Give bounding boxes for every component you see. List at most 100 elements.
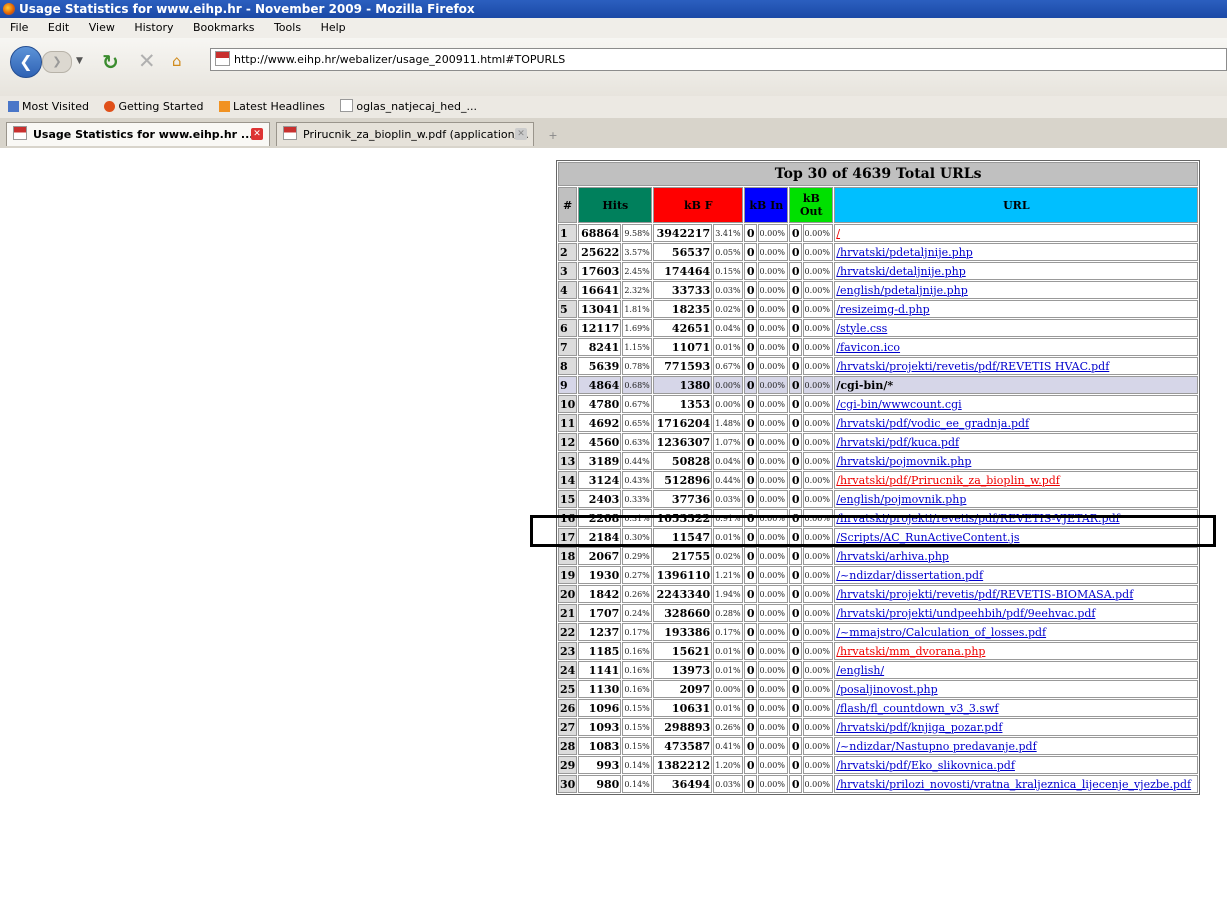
menu-help[interactable]: Help <box>321 21 346 34</box>
url-link[interactable]: /~ndizdar/Nastupno predavanje.pdf <box>836 740 1036 753</box>
menu-bookmarks[interactable]: Bookmarks <box>193 21 254 34</box>
menu-history[interactable]: History <box>134 21 173 34</box>
kbout-value: 0 <box>789 718 802 736</box>
url-link[interactable]: /hrvatski/arhiva.php <box>836 550 949 563</box>
table-row: 6 12117 1.69% 42651 0.04% 0 0.00% 0 0.00%/style.… <box>558 319 1199 337</box>
kbin-percent: 0.00% <box>757 737 789 755</box>
url-link[interactable]: /posaljinovost.php <box>836 683 937 696</box>
url-link[interactable]: /resizeimg-d.php <box>836 303 929 316</box>
url-link[interactable]: /~mmajstro/Calculation_of_losses.pdf <box>836 626 1046 639</box>
url-link[interactable]: /hrvatski/pdf/Eko_slikovnica.pdf <box>836 759 1015 772</box>
hits-percent: 0.33% <box>622 490 653 508</box>
bookmark-getting-started[interactable]: Getting Started <box>104 100 204 113</box>
url-link[interactable]: /flash/fl_countdown_v3_3.swf <box>836 702 998 715</box>
history-dropdown-icon[interactable]: ▼ <box>76 56 83 66</box>
url-link[interactable]: /hrvatski/pdf/vodic_ee_gradnja.pdf <box>836 417 1029 430</box>
kbf-percent: 0.00% <box>713 395 744 413</box>
table-row: 17 2184 0.30% 11547 0.01% 0 0.00% 0 0.00%/Script… <box>558 528 1199 546</box>
url-link[interactable]: /hrvatski/pdetaljnije.php <box>836 246 972 259</box>
url-link[interactable]: /hrvatski/prilozi_novosti/vratna_kraljez… <box>836 778 1191 791</box>
kbf-percent: 0.02% <box>713 300 744 318</box>
kbout-value: 0 <box>789 509 802 527</box>
kbout-value: 0 <box>789 585 802 603</box>
tab-usage-statistics[interactable]: Usage Statistics for www.eihp.hr ... ✕ <box>6 122 270 146</box>
kbout-percent: 0.00% <box>802 490 834 508</box>
tab-prirucnik-pdf[interactable]: Prirucnik_za_bioplin_w.pdf (application/… <box>276 122 534 146</box>
kbf-value: 3942217 <box>653 224 713 242</box>
url-cell: /flash/fl_countdown_v3_3.swf <box>834 699 1199 717</box>
kbf-value: 37736 <box>653 490 713 508</box>
url-link[interactable]: /hrvatski/detaljnije.php <box>836 265 965 278</box>
new-tab-button[interactable]: + <box>540 126 566 146</box>
url-cell: /hrvatski/pdetaljnije.php <box>834 243 1199 261</box>
url-link[interactable]: /cgi-bin/wwwcount.cgi <box>836 398 961 411</box>
close-tab-icon[interactable]: ✕ <box>251 128 263 140</box>
url-link[interactable]: /hrvatski/projekti/undpeehbih/pdf/9eehva… <box>836 607 1095 620</box>
close-tab-icon[interactable]: ✕ <box>515 128 527 140</box>
kbout-percent: 0.00% <box>802 243 834 261</box>
kbout-percent: 0.00% <box>802 680 834 698</box>
row-number: 8 <box>558 357 578 375</box>
url-link[interactable]: /style.css <box>836 322 887 335</box>
url-link[interactable]: /hrvatski/pdf/kuca.pdf <box>836 436 959 449</box>
bookmark-oglas[interactable]: oglas_natjecaj_hed_... <box>340 99 477 113</box>
kbf-percent: 0.67% <box>713 357 744 375</box>
row-number: 17 <box>558 528 578 546</box>
col-header-kbf: kB F <box>653 187 744 223</box>
bookmark-label: Latest Headlines <box>233 100 325 113</box>
kbin-percent: 0.00% <box>757 585 789 603</box>
kbf-value: 1353 <box>653 395 713 413</box>
kbf-value: 2243340 <box>653 585 713 603</box>
url-link[interactable]: /hrvatski/pojmovnik.php <box>836 455 971 468</box>
url-cell: /hrvatski/projekti/revetis/pdf/REVETIS-B… <box>834 585 1199 603</box>
kbf-value: 1396110 <box>653 566 713 584</box>
back-button[interactable]: ❮ <box>10 46 42 78</box>
table-row: 27 1093 0.15% 298893 0.26% 0 0.00% 0 0.00%/hrvat… <box>558 718 1199 736</box>
url-cell: /favicon.ico <box>834 338 1199 356</box>
kbout-value: 0 <box>789 737 802 755</box>
hits-value: 16641 <box>578 281 622 299</box>
menu-view[interactable]: View <box>89 21 115 34</box>
url-cell: /english/pdetaljnije.php <box>834 281 1199 299</box>
url-link[interactable]: /hrvatski/projekti/revetis/pdf/REVETIS-B… <box>836 588 1133 601</box>
row-number: 13 <box>558 452 578 470</box>
menu-file[interactable]: File <box>10 21 28 34</box>
url-link[interactable]: /english/pojmovnik.php <box>836 493 966 506</box>
bookmark-latest-headlines[interactable]: Latest Headlines <box>219 100 325 113</box>
url-link[interactable]: /hrvatski/projekti/revetis/pdf/REVETIS H… <box>836 360 1109 373</box>
url-link[interactable]: /hrvatski/pdf/knjiga_pozar.pdf <box>836 721 1002 734</box>
url-link[interactable]: / <box>836 227 840 240</box>
menu-edit[interactable]: Edit <box>48 21 69 34</box>
url-link[interactable]: /~ndizdar/dissertation.pdf <box>836 569 983 582</box>
url-link[interactable]: /Scripts/AC_RunActiveContent.js <box>836 531 1019 544</box>
bookmark-most-visited[interactable]: Most Visited <box>8 100 89 113</box>
kbin-percent: 0.00% <box>757 262 789 280</box>
url-link[interactable]: /english/ <box>836 664 884 677</box>
bookmark-label: Getting Started <box>118 100 204 113</box>
kbin-value: 0 <box>744 547 757 565</box>
kbf-value: 298893 <box>653 718 713 736</box>
row-number: 12 <box>558 433 578 451</box>
url-link[interactable]: /hrvatski/pdf/Prirucnik_za_bioplin_w.pdf <box>836 474 1060 487</box>
menu-tools[interactable]: Tools <box>274 21 301 34</box>
kbf-percent: 0.00% <box>713 376 744 394</box>
row-number: 23 <box>558 642 578 660</box>
row-number: 7 <box>558 338 578 356</box>
kbout-percent: 0.00% <box>802 642 834 660</box>
reload-icon[interactable]: ↻ <box>102 50 119 74</box>
kbf-percent: 0.05% <box>713 243 744 261</box>
kbin-value: 0 <box>744 338 757 356</box>
hits-value: 25622 <box>578 243 622 261</box>
kbout-value: 0 <box>789 319 802 337</box>
kbin-percent: 0.00% <box>757 547 789 565</box>
stop-icon[interactable]: ✕ <box>138 49 156 73</box>
kbin-percent: 0.00% <box>757 376 789 394</box>
forward-button[interactable]: ❯ <box>42 51 72 73</box>
url-link[interactable]: /favicon.ico <box>836 341 900 354</box>
firefox-bookmark-icon <box>104 101 116 112</box>
url-link[interactable]: /hrvatski/mm_dvorana.php <box>836 645 985 658</box>
home-icon[interactable]: ⌂ <box>172 52 182 70</box>
url-link[interactable]: /english/pdetaljnije.php <box>836 284 968 297</box>
url-bar[interactable]: http://www.eihp.hr/webalizer/usage_20091… <box>210 48 1227 71</box>
url-link[interactable]: /hrvatski/projekti/revetis/pdf/REVETIS-V… <box>836 512 1119 525</box>
